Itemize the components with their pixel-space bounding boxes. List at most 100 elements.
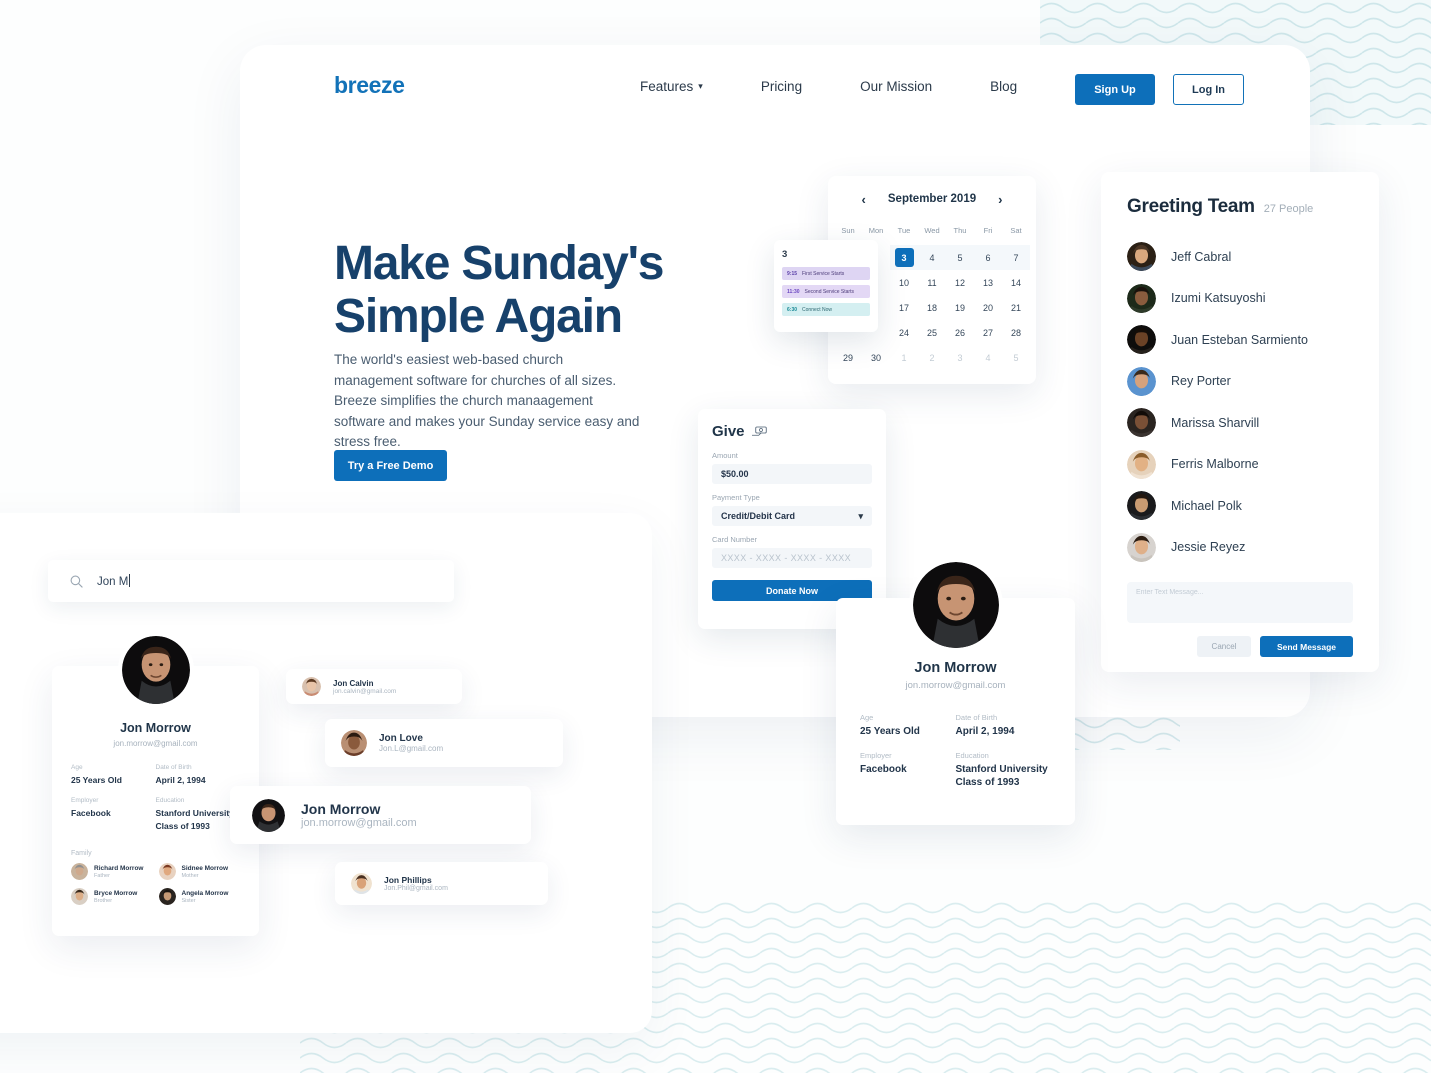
greeting-team-panel: Greeting Team 27 People Jeff Cabral Izumi… [1101, 172, 1379, 672]
family-member[interactable]: Sidnee Morrow Mother [158, 863, 241, 880]
calendar-day-7[interactable]: 7 [1002, 245, 1030, 270]
event-name: Second Service Starts [804, 288, 854, 295]
calendar-day-18[interactable]: 18 [918, 295, 946, 320]
calendar-day-6[interactable]: 6 [974, 245, 1002, 270]
profile-field-value: April 2, 1994 [955, 726, 1015, 737]
event-time: 6:30 [787, 306, 798, 313]
profile-field: Employer Facebook [860, 751, 956, 789]
calendar-day-19[interactable]: 19 [946, 295, 974, 320]
family-member-name: Sidnee Morrow [181, 865, 229, 872]
calendar-day-4[interactable]: 4 [918, 245, 946, 270]
calendar-day-26[interactable]: 26 [946, 320, 974, 345]
team-member-row[interactable]: Rey Porter [1127, 361, 1353, 403]
calendar-day-1[interactable]: 1 [890, 345, 918, 370]
list-item-text: Jon Morrow jon.morrow@gmail.com [301, 801, 417, 829]
payment-type-select[interactable]: Credit/Debit Card ▾ [712, 506, 872, 526]
calendar-dow-fri: Fri [983, 226, 993, 235]
calendar-day-24[interactable]: 24 [890, 320, 918, 345]
card-number-input[interactable]: XXXX - XXXX - XXXX - XXXX [712, 548, 872, 568]
family-member-text: Angela Morrow Sister [182, 889, 229, 904]
profile-field-label: Employer [860, 751, 892, 760]
search-input[interactable]: Jon M [48, 560, 454, 602]
team-member-row[interactable]: Izumi Katsuyoshi [1127, 278, 1353, 320]
cancel-button[interactable]: Cancel [1197, 636, 1251, 657]
calendar-day-12[interactable]: 12 [946, 270, 974, 295]
nav-link-our-mission[interactable]: Our Mission [860, 79, 932, 94]
message-textarea[interactable]: Enter Text Message... [1127, 582, 1353, 623]
calendar-day-3[interactable]: 3 [890, 245, 918, 270]
chevron-down-icon: ▾ [698, 81, 703, 91]
chevron-right-icon[interactable]: › [998, 192, 1002, 207]
list-item[interactable]: Jon Calvin jon.calvin@gmail.com [286, 669, 462, 704]
calendar-day-13[interactable]: 13 [974, 270, 1002, 295]
sign-up-button[interactable]: Sign Up [1075, 74, 1155, 105]
calendar-day-21[interactable]: 21 [1002, 295, 1030, 320]
calendar-event[interactable]: 6:30 Connect Now [782, 303, 870, 316]
calendar-day-2[interactable]: 2 [918, 345, 946, 370]
calendar-day-3[interactable]: 3 [946, 345, 974, 370]
family-member[interactable]: Bryce Morrow Brother [71, 888, 153, 905]
family-member-grid: Richard Morrow Father Sidnee Morrow Mother B… [71, 863, 240, 905]
team-member-name: Juan Esteban Sarmiento [1171, 332, 1308, 347]
event-list: 9:15 First Service Starts 11:30 Second Serv… [782, 267, 870, 316]
calendar-selected-day[interactable]: 3 [894, 248, 914, 267]
log-in-button[interactable]: Log In [1173, 74, 1244, 105]
payment-type-value: Credit/Debit Card [721, 511, 796, 521]
calendar-event[interactable]: 9:15 First Service Starts [782, 267, 870, 280]
profile-field: Education Stanford University Class of 19… [156, 797, 241, 833]
team-member-row[interactable]: Marissa Sharvill [1127, 402, 1353, 444]
chevron-left-icon[interactable]: ‹ [862, 192, 866, 207]
team-member-list: Jeff Cabral Izumi Katsuyoshi Juan Esteban … [1127, 236, 1353, 568]
brand-logo[interactable]: breeze [334, 72, 405, 99]
team-member-row[interactable]: Juan Esteban Sarmiento [1127, 319, 1353, 361]
calendar-day-5[interactable]: 5 [946, 245, 974, 270]
calendar-header: ‹ September 2019 › [828, 176, 1036, 222]
try-free-demo-button[interactable]: Try a Free Demo [334, 450, 447, 481]
nav-link-features[interactable]: Features ▾ [640, 79, 703, 94]
calendar-day-14[interactable]: 14 [1002, 270, 1030, 295]
give-card-title: Give [712, 423, 872, 440]
calendar-event[interactable]: 11:30 Second Service Starts [782, 285, 870, 298]
calendar-day-29[interactable]: 29 [834, 345, 862, 370]
nav-link-blog[interactable]: Blog [990, 79, 1017, 94]
avatar [1127, 449, 1156, 479]
calendar-day-20[interactable]: 20 [974, 295, 1002, 320]
list-item[interactable]: Jon Love Jon.L@gmail.com [325, 719, 563, 767]
event-name: First Service Starts [802, 270, 845, 277]
top-nav: breeze Features ▾ Pricing Our Mission Bl… [240, 45, 1310, 137]
avatar [908, 558, 1003, 652]
family-member[interactable]: Angela Morrow Sister [158, 888, 241, 905]
profile-field: Date of Birth April 2, 1994 [956, 713, 1052, 738]
list-item[interactable]: Jon Morrow jon.morrow@gmail.com [230, 786, 531, 844]
team-member-row[interactable]: Jeff Cabral [1127, 236, 1353, 278]
amount-input[interactable]: $50.00 [712, 464, 872, 484]
nav-link-pricing[interactable]: Pricing [761, 79, 802, 94]
calendar-day-27[interactable]: 27 [974, 320, 1002, 345]
team-member-row[interactable]: Michael Polk [1127, 485, 1353, 527]
avatar [252, 798, 285, 832]
profile-field-value: April 2, 1994 [155, 775, 206, 785]
team-member-row[interactable]: Jessie Reyez [1127, 527, 1353, 569]
calendar-day-11[interactable]: 11 [918, 270, 946, 295]
calendar-day-17[interactable]: 17 [890, 295, 918, 320]
calendar-day-25[interactable]: 25 [918, 320, 946, 345]
list-item-name: Jon Calvin [333, 678, 374, 688]
list-item[interactable]: Jon Phillips Jon.Phil@gmail.com [335, 862, 548, 905]
calendar-day-10[interactable]: 10 [890, 270, 918, 295]
profile-field-label: Age [71, 764, 83, 771]
team-member-row[interactable]: Ferris Malborne [1127, 444, 1353, 486]
calendar-day-28[interactable]: 28 [1002, 320, 1030, 345]
calendar-day-30[interactable]: 30 [862, 345, 890, 370]
event-time: 9:15 [787, 270, 798, 277]
profile-field-value: Stanford University Class of 1993 [955, 764, 1048, 788]
calendar-day-5[interactable]: 5 [1002, 345, 1030, 370]
calendar-day-4[interactable]: 4 [974, 345, 1002, 370]
family-member-relation: Sister [181, 898, 196, 904]
family-member[interactable]: Richard Morrow Father [71, 863, 153, 880]
page-root: breeze Features ▾ Pricing Our Mission Bl… [0, 0, 1431, 1073]
profile-field-label: Education [155, 797, 185, 804]
avatar [1127, 491, 1156, 521]
team-header: Greeting Team 27 People [1127, 196, 1353, 218]
profile-field-label: Date of Birth [955, 713, 998, 722]
send-message-button[interactable]: Send Message [1260, 636, 1353, 657]
